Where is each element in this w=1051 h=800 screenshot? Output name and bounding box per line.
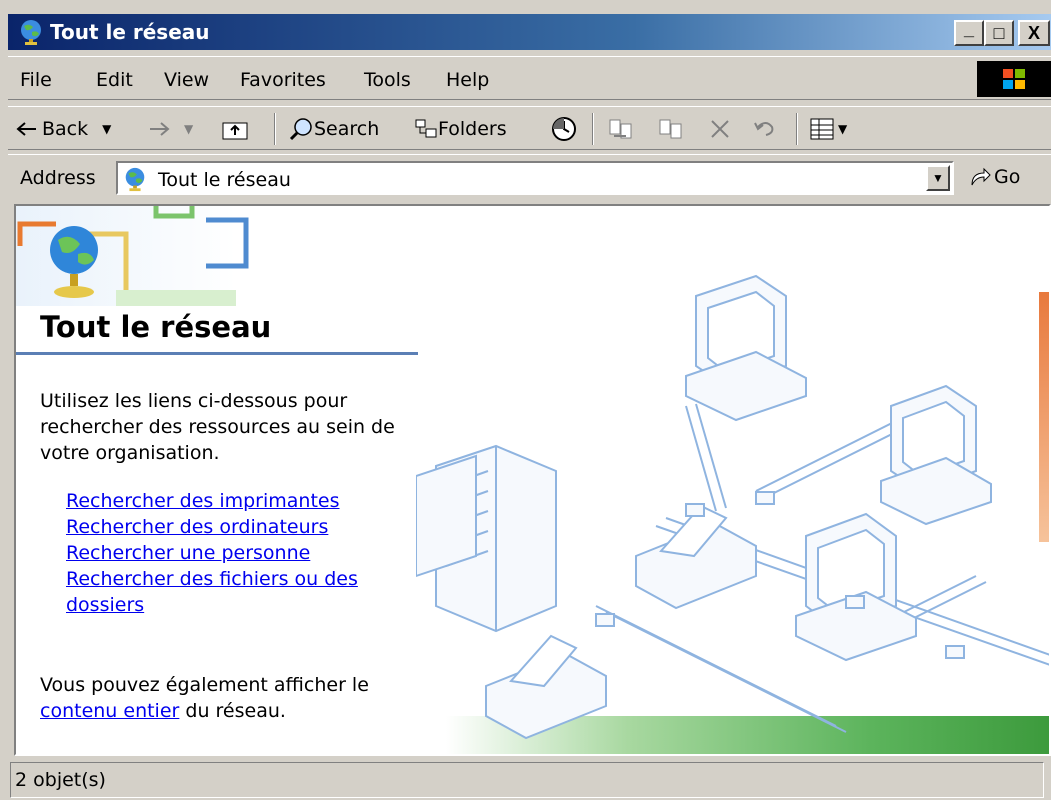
link-search-files-folders[interactable]: Rechercher des fichiers ou des dossiers: [66, 566, 396, 618]
forward-button[interactable]: ▼: [148, 115, 193, 143]
minimize-button[interactable]: _: [954, 18, 984, 46]
menu-help[interactable]: Help: [446, 69, 489, 91]
menu-edit[interactable]: Edit: [96, 69, 133, 91]
undo-icon: [754, 122, 774, 136]
go-arrow-icon: [971, 167, 991, 186]
link-search-computers[interactable]: Rechercher des ordinateurs: [66, 514, 396, 540]
link-search-printers[interactable]: Rechercher des imprimantes: [66, 488, 396, 514]
maximize-icon: □: [993, 22, 1005, 43]
minimize-icon: _: [963, 18, 974, 39]
maximize-button[interactable]: □: [984, 20, 1014, 46]
search-links: Rechercher des imprimantes Rechercher de…: [66, 488, 396, 618]
move-to-button[interactable]: [608, 115, 634, 143]
network-banner-graphic: [16, 206, 249, 306]
folders-button[interactable]: Folders: [414, 115, 507, 143]
folders-icon: [415, 119, 437, 138]
window-title: Tout le réseau: [50, 20, 210, 44]
title-bar[interactable]: Tout le réseau _ □ X: [8, 14, 1051, 50]
status-object-count: 2 objet(s): [10, 762, 1044, 798]
toolbar-separator: [796, 113, 798, 145]
menu-file[interactable]: File: [20, 69, 52, 91]
link-entire-contents[interactable]: contenu entier: [40, 700, 179, 722]
back-label: Back: [42, 118, 89, 140]
windows-logo-icon: [977, 61, 1051, 97]
history-button[interactable]: [550, 115, 578, 143]
menu-view[interactable]: View: [164, 69, 209, 91]
menu-bar: File Edit View Favorites Tools Help: [8, 56, 1051, 100]
back-arrow-icon: [16, 122, 36, 136]
move-to-icon: [609, 119, 632, 139]
search-button[interactable]: Search: [288, 115, 379, 143]
network-globe-icon: [21, 20, 41, 45]
back-dropdown-icon[interactable]: ▼: [102, 122, 111, 136]
menu-favorites[interactable]: Favorites: [240, 69, 326, 91]
search-label: Search: [314, 118, 380, 140]
views-button[interactable]: ▼: [810, 115, 847, 143]
delete-x-icon: [711, 120, 729, 138]
views-dropdown-icon[interactable]: ▼: [838, 122, 847, 136]
explorer-window: Tout le réseau _ □ X File Edit View Favo…: [0, 0, 1051, 800]
toolbar-separator: [274, 113, 276, 145]
address-bar: Address Tout le réseau ▼ Go: [8, 154, 1051, 200]
search-icon: [289, 118, 312, 141]
copy-to-icon: [659, 119, 682, 139]
close-button[interactable]: X: [1018, 20, 1050, 46]
back-button[interactable]: Back ▼: [16, 115, 111, 143]
address-value[interactable]: Tout le réseau: [158, 169, 291, 191]
folders-label: Folders: [438, 118, 507, 140]
address-field[interactable]: Tout le réseau ▼: [116, 161, 954, 195]
undo-button[interactable]: [752, 115, 778, 143]
copy-to-button[interactable]: [658, 115, 684, 143]
entire-network-text: Vous pouvez également afficher le conten…: [40, 672, 410, 724]
address-label: Address: [20, 167, 96, 189]
heading-divider: [16, 352, 418, 355]
history-clock-icon: [552, 117, 576, 141]
more-prefix: Vous pouvez également afficher le: [40, 674, 369, 696]
link-search-person[interactable]: Rechercher une personne: [66, 540, 396, 566]
forward-arrow-icon: [150, 122, 170, 136]
close-icon: X: [1027, 22, 1040, 43]
menu-tools[interactable]: Tools: [364, 69, 411, 91]
folder-content-pane: Tout le réseau Utilisez les liens ci-des…: [14, 204, 1051, 756]
network-illustration: [416, 274, 1049, 740]
up-folder-button[interactable]: [222, 115, 248, 143]
views-grid-icon: [810, 118, 834, 140]
forward-dropdown-icon[interactable]: ▼: [184, 122, 193, 136]
toolbar-separator: [592, 113, 594, 145]
chevron-down-icon: ▼: [932, 171, 944, 185]
go-button[interactable]: Go: [968, 165, 1020, 189]
address-dropdown-button[interactable]: ▼: [926, 165, 950, 191]
status-bar: 2 objet(s): [8, 762, 1051, 800]
standard-toolbar: Back ▼ ▼ Search Folders ▼: [8, 106, 1051, 150]
page-heading: Tout le réseau: [40, 310, 272, 344]
up-folder-icon: [222, 122, 248, 140]
go-label: Go: [994, 166, 1021, 188]
delete-button[interactable]: [708, 115, 732, 143]
intro-text: Utilisez les liens ci-dessous pour reche…: [40, 390, 395, 464]
network-globe-icon: [125, 167, 145, 192]
more-suffix: du réseau.: [179, 700, 286, 722]
